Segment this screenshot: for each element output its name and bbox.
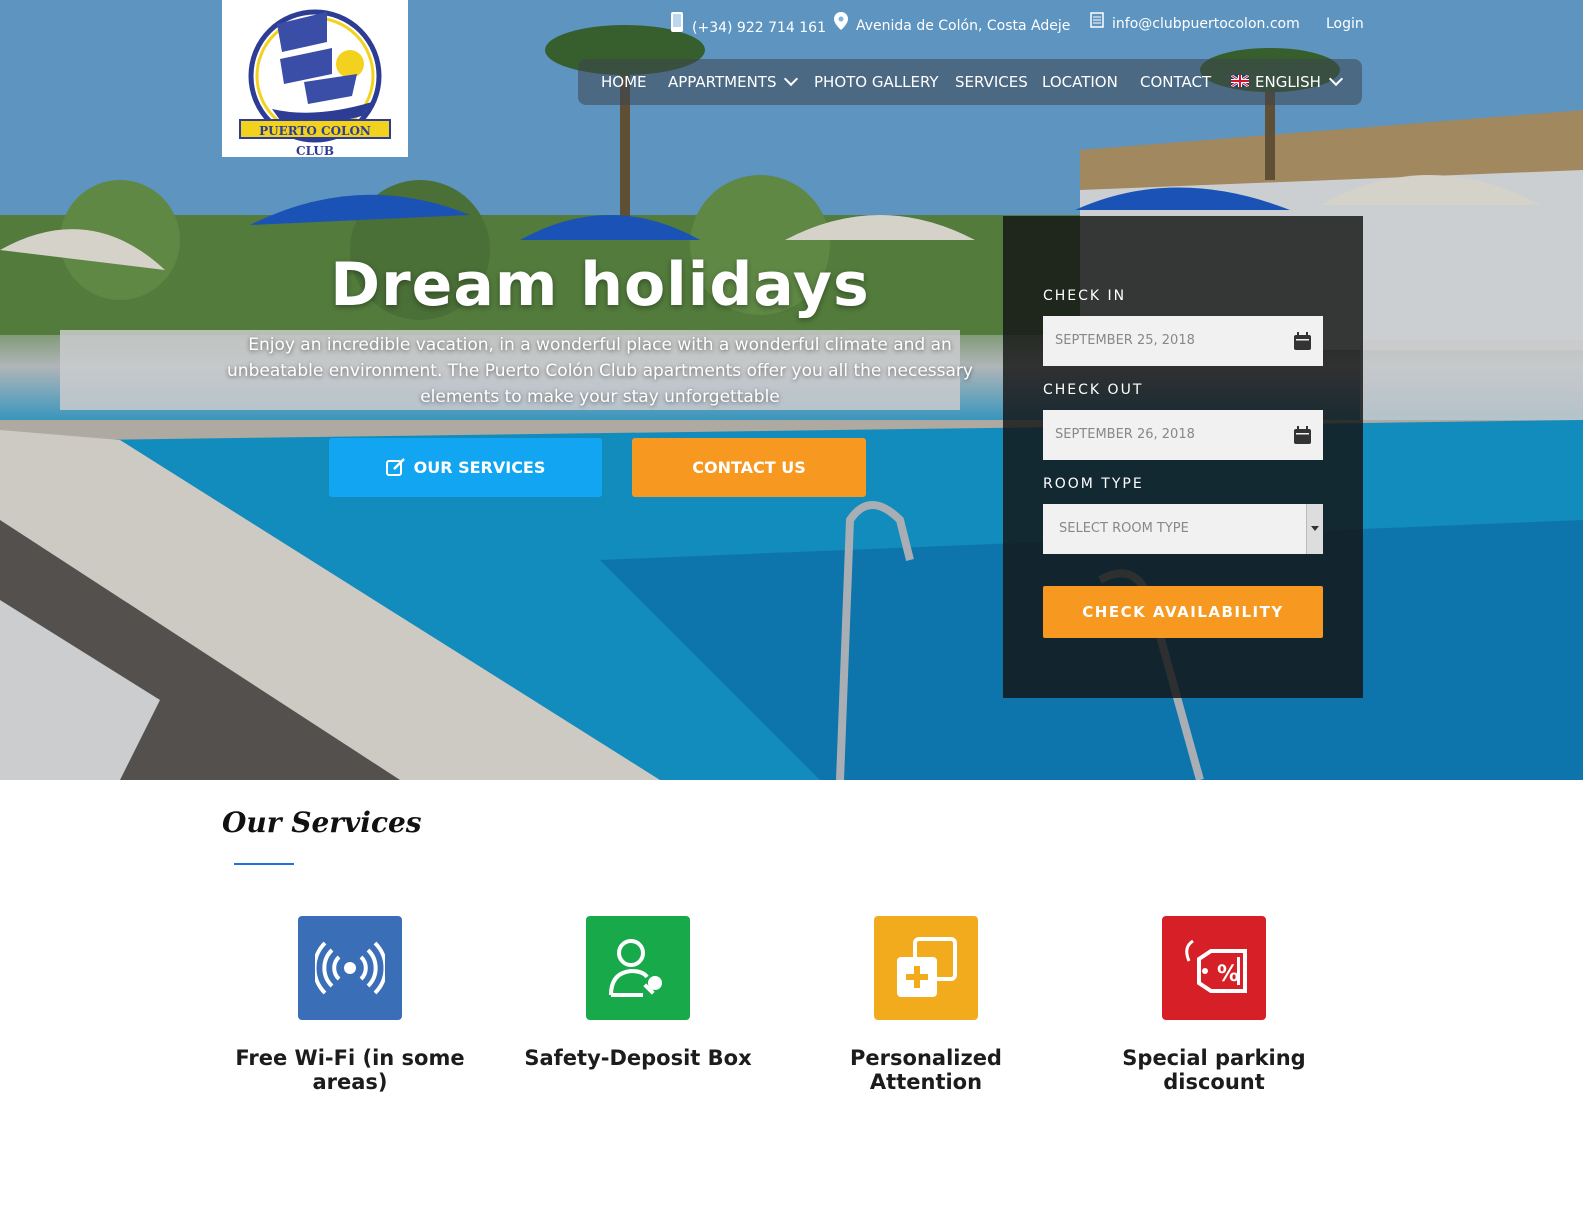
service-label: Special parking discount (1122, 1046, 1306, 1094)
email-icon (1088, 12, 1106, 36)
service-wifi: Free Wi-Fi (in some areas) (220, 916, 480, 1094)
service-label: Safety-Deposit Box (524, 1046, 752, 1070)
language-label: ENGLISH (1255, 73, 1321, 91)
discount-tag-icon: % (1185, 939, 1247, 993)
service-label: Free Wi-Fi (in some areas) (235, 1046, 465, 1094)
checkout-value: SEPTEMBER 26, 2018 (1055, 427, 1195, 442)
nav-gallery[interactable]: PHOTO GALLERY (814, 59, 939, 105)
service-attention: Personalized Attention (796, 916, 1056, 1094)
phone-link[interactable]: (+34) 922 714 161 (668, 12, 826, 40)
nav-services[interactable]: SERVICES (955, 59, 1028, 105)
contact-us-button[interactable]: CONTACT US (632, 438, 866, 497)
nav-apartments-label: APPARTMENTS (668, 73, 777, 91)
login-link[interactable]: Login (1326, 12, 1364, 36)
our-services-button[interactable]: OUR SERVICES (329, 438, 602, 497)
email-text: info@clubpuertocolon.com (1112, 16, 1300, 32)
phone-number: (+34) 922 714 161 (692, 20, 826, 36)
roomtype-select[interactable]: SELECT ROOM TYPE (1043, 504, 1323, 554)
calendar-icon (1294, 426, 1311, 444)
logo-text: PUERTO COLON CLUB (239, 119, 391, 158)
service-tile: % (1162, 916, 1266, 1020)
service-tile (874, 916, 978, 1020)
check-availability-button[interactable]: CHECK AVAILABILITY (1043, 586, 1323, 638)
plus-copy-icon (897, 937, 957, 997)
map-pin-icon (832, 12, 850, 38)
service-label: Personalized Attention (850, 1046, 1002, 1094)
hero-subtitle: Enjoy an incredible vacation, in a wonde… (227, 335, 973, 407)
email-link[interactable]: info@clubpuertocolon.com (1088, 12, 1300, 36)
heading-underline (234, 863, 294, 865)
top-info-bar: (+34) 922 714 161 Avenida de Colón, Cost… (0, 12, 1583, 36)
nav-apartments[interactable]: APPARTMENTS (668, 59, 799, 105)
wifi-icon (315, 941, 385, 995)
our-services-label: OUR SERVICES (413, 458, 546, 477)
roomtype-value: SELECT ROOM TYPE (1059, 521, 1189, 536)
chevron-down-icon (784, 71, 799, 87)
booking-form: CHECK IN SEPTEMBER 25, 2018 CHECK OUT SE… (1003, 216, 1363, 698)
user-key-icon (609, 939, 662, 997)
service-safety-box: Safety-Deposit Box (508, 916, 768, 1070)
checkout-input[interactable]: SEPTEMBER 26, 2018 (1043, 410, 1323, 460)
services-heading: Our Services (222, 806, 422, 839)
service-tile (586, 916, 690, 1020)
nav-contact[interactable]: CONTACT (1140, 59, 1211, 105)
chevron-down-icon (1328, 71, 1343, 87)
nav-location[interactable]: LOCATION (1042, 59, 1118, 105)
address-text: Avenida de Colón, Costa Adeje (856, 18, 1071, 34)
main-navigation: HOME APPARTMENTS PHOTO GALLERY SERVICES … (578, 59, 1362, 105)
edit-icon (385, 457, 405, 476)
checkin-label: CHECK IN (1043, 288, 1127, 304)
service-parking: % Special parking discount (1084, 916, 1344, 1094)
checkin-value: SEPTEMBER 25, 2018 (1055, 333, 1195, 348)
uk-flag-icon (1231, 74, 1249, 87)
roomtype-label: ROOM TYPE (1043, 476, 1144, 492)
calendar-icon (1294, 332, 1311, 350)
language-selector[interactable]: ENGLISH (1231, 59, 1343, 105)
service-tile (298, 916, 402, 1020)
checkin-input[interactable]: SEPTEMBER 25, 2018 (1043, 316, 1323, 366)
checkout-label: CHECK OUT (1043, 382, 1144, 398)
address-link[interactable]: Avenida de Colón, Costa Adeje (832, 12, 1070, 38)
dropdown-arrow-icon (1306, 504, 1323, 554)
nav-home[interactable]: HOME (601, 59, 647, 105)
phone-icon (668, 12, 686, 40)
svg-text:%: % (1217, 962, 1239, 987)
